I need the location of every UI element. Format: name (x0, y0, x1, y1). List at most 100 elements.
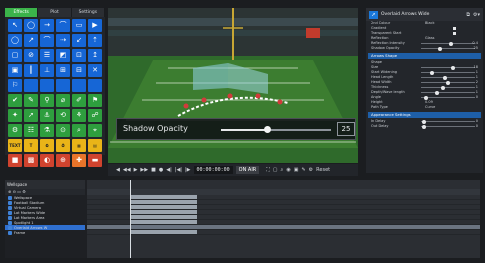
square-icon[interactable]: ▢ (8, 49, 22, 62)
tab-effects[interactable]: Effects (5, 8, 39, 17)
property-slider-thumb[interactable] (443, 75, 448, 80)
line-icon[interactable]: ⊥ (40, 64, 54, 77)
flag-icon[interactable]: ⚐ (8, 79, 22, 92)
view-button[interactable]: ⚙ (309, 167, 313, 173)
empty-icon[interactable] (72, 79, 86, 92)
property-slider-thumb[interactable] (429, 70, 434, 75)
timeline-tracks[interactable] (87, 180, 480, 258)
property-slider[interactable] (421, 85, 475, 90)
view-button[interactable]: Reset (316, 167, 330, 173)
timeline-clip[interactable] (87, 225, 480, 229)
no-icon[interactable]: ⊘ (24, 49, 38, 62)
property-slider[interactable] (421, 75, 475, 80)
property-number[interactable]: 0 (476, 124, 478, 129)
grid-icon[interactable]: ▣ (8, 64, 22, 77)
property-slider[interactable] (421, 119, 475, 124)
playhead[interactable] (130, 180, 132, 258)
rect-icon[interactable]: ▭ (72, 19, 86, 32)
property-slider-thumb[interactable] (435, 90, 440, 95)
pointer-icon[interactable]: ↖ (8, 19, 22, 32)
transport-button[interactable]: ▶ (134, 167, 138, 173)
view-button[interactable]: ▣ (294, 167, 299, 173)
empty-icon[interactable] (56, 79, 70, 92)
view-button[interactable]: ◉ (286, 167, 290, 173)
empty-icon[interactable] (88, 79, 102, 92)
shadow-opacity-thumb[interactable] (264, 126, 272, 133)
property-slider-thumb[interactable] (440, 85, 445, 90)
section-arrows-shape[interactable]: Arrows Shape (368, 53, 481, 59)
gear-icon[interactable]: ⚙ (8, 124, 22, 137)
property-slider[interactable] (421, 65, 475, 70)
view-button[interactable]: ✎ (301, 167, 305, 173)
property-slider-thumb[interactable] (451, 65, 456, 70)
transport-button[interactable]: ▶▶ (140, 167, 148, 173)
property-slider[interactable] (421, 95, 475, 100)
empty-icon[interactable] (24, 79, 38, 92)
property-slider-thumb[interactable] (437, 46, 442, 51)
grid-alt-icon[interactable]: ☷ (24, 124, 38, 137)
transport-button[interactable]: ● (159, 167, 163, 173)
property-value[interactable]: Curve (425, 105, 435, 110)
view-button[interactable]: ⌕ (281, 167, 284, 173)
back-arrow-icon[interactable]: ↙ (72, 34, 86, 47)
property-slider-thumb[interactable] (421, 119, 426, 124)
rotate-icon[interactable]: ⟲ (56, 109, 70, 122)
property-slider[interactable] (421, 80, 475, 85)
viewport[interactable]: Shadow Opacity 25 (108, 8, 358, 163)
property-slider-thumb[interactable] (448, 41, 453, 46)
curve-icon[interactable]: ⌒ (56, 19, 70, 32)
timeline-clip[interactable] (130, 195, 198, 199)
stopwatch-icon[interactable]: ⏱ (56, 139, 70, 152)
transport-button[interactable]: |▶ (185, 167, 191, 173)
section-appearance[interactable]: Appearance Settings (368, 112, 481, 118)
crosshair-icon[interactable]: ⌖ (88, 124, 102, 137)
trend-icon[interactable]: ➚ (24, 109, 38, 122)
lift-icon[interactable]: ↥ (88, 49, 102, 62)
timeline-clip[interactable] (130, 205, 198, 209)
tab-plot[interactable]: Plot (38, 8, 72, 17)
view-button[interactable]: ▢ (273, 167, 278, 173)
spark-icon[interactable]: ✦ (8, 109, 22, 122)
property-slider-thumb[interactable] (424, 95, 429, 100)
transport-button[interactable]: ◀| (166, 167, 172, 173)
link-icon[interactable]: ☍ (88, 109, 102, 122)
transport-button[interactable]: ◀ (116, 167, 120, 173)
pin-icon[interactable]: ⚲ (40, 94, 54, 107)
cross-icon[interactable]: ✕ (88, 64, 102, 77)
half-icon[interactable]: ◐ (40, 154, 54, 167)
add-icon[interactable]: ⊕ (56, 154, 70, 167)
tool-icon[interactable]: ⚗ (40, 124, 54, 137)
marker-icon[interactable]: ⚑ (88, 94, 102, 107)
arrow-icon[interactable]: → (40, 19, 54, 32)
board-icon[interactable]: ▤ (88, 139, 102, 152)
check-icon[interactable]: ✔ (8, 94, 22, 107)
timeline-clip[interactable] (130, 230, 198, 234)
property-slider-thumb[interactable] (421, 124, 426, 129)
plus-icon[interactable]: ✚ (72, 154, 86, 167)
pen-icon[interactable]: ✎ (24, 94, 38, 107)
box-icon[interactable]: ⊡ (72, 49, 86, 62)
transport-button[interactable]: |◀| (175, 167, 182, 173)
timeline-clip[interactable] (130, 215, 198, 219)
timeline-clip[interactable] (130, 200, 198, 204)
dash-arrow-icon[interactable]: ⇢ (56, 34, 70, 47)
zone-icon[interactable]: ◩ (56, 49, 70, 62)
ring-icon[interactable]: ◯ (8, 34, 22, 47)
circle-icon[interactable]: ◯ (24, 19, 38, 32)
bar-icon[interactable]: ┃ (24, 64, 38, 77)
table-icon[interactable]: ▦ (72, 139, 86, 152)
properties-header-button[interactable]: ⚙▾ (473, 12, 480, 18)
transport-button[interactable]: ■ (151, 167, 156, 173)
view-button[interactable]: ⛶ (266, 167, 270, 173)
diameter-icon[interactable]: ⌀ (56, 94, 70, 107)
timeline-clip[interactable] (130, 220, 198, 224)
transport-button[interactable]: ◀◀ (123, 167, 131, 173)
property-number[interactable]: 25 (474, 46, 478, 51)
on-air-button[interactable]: ON AIR (235, 166, 260, 174)
title-icon[interactable]: T (24, 139, 38, 152)
property-slider-thumb[interactable] (446, 80, 450, 85)
up-arrow-icon[interactable]: ⇡ (88, 34, 102, 47)
property-checkbox[interactable] (453, 27, 456, 30)
property-slider[interactable] (421, 70, 475, 75)
property-slider[interactable] (421, 124, 475, 129)
